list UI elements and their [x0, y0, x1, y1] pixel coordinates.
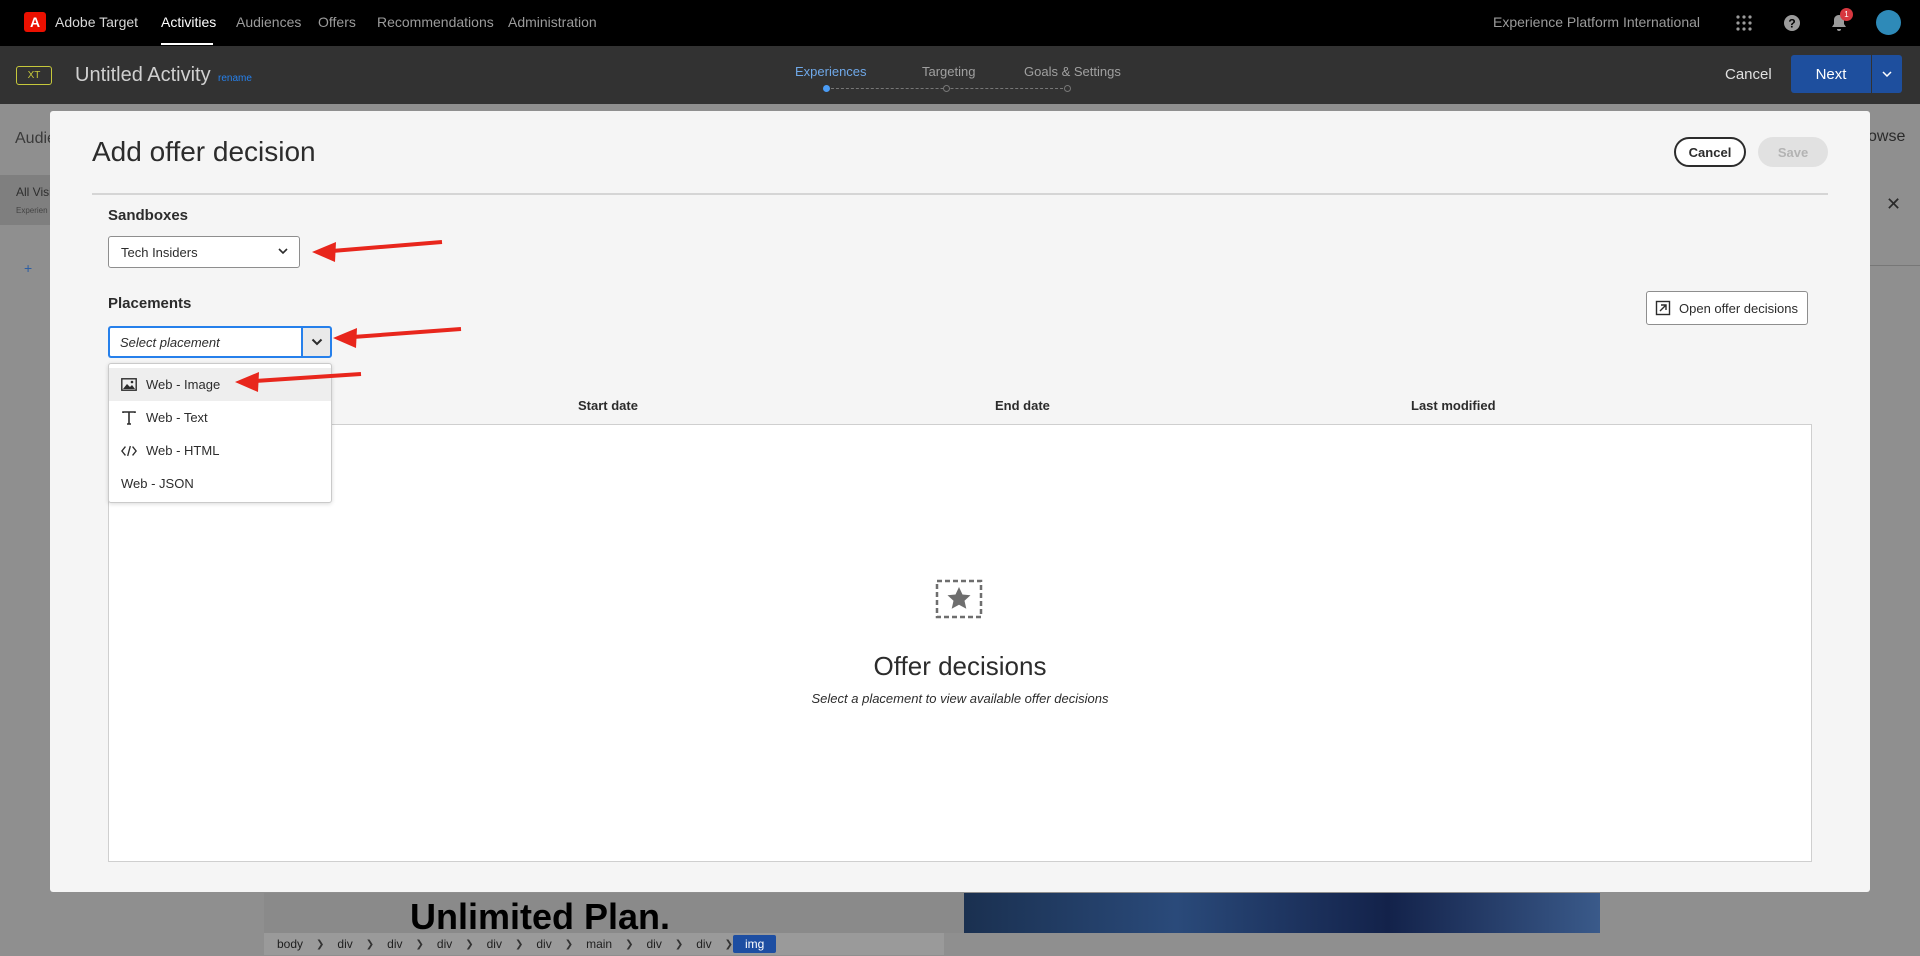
open-external-icon: [1655, 300, 1671, 316]
step-dot-experiences: [823, 85, 830, 92]
column-end-date[interactable]: End date: [995, 398, 1050, 413]
crumb[interactable]: div: [474, 937, 515, 951]
option-label: Web - Text: [146, 410, 208, 425]
help-icon[interactable]: ?: [1781, 12, 1803, 34]
bg-site-headline: Unlimited Plan.: [410, 896, 671, 937]
step-targeting[interactable]: Targeting: [922, 64, 975, 79]
next-menu-chevron-icon[interactable]: [1872, 55, 1902, 93]
column-start-date[interactable]: Start date: [578, 398, 638, 413]
crumb-selected[interactable]: img: [732, 935, 777, 953]
step-dot-goals: [1064, 85, 1071, 92]
option-label: Web - HTML: [146, 443, 220, 458]
rename-link[interactable]: rename: [218, 73, 252, 84]
org-switcher[interactable]: Experience Platform International: [1493, 14, 1700, 30]
app-name[interactable]: Adobe Target: [55, 14, 138, 30]
placement-combobox-input[interactable]: Select placement: [108, 326, 302, 358]
bell-icon[interactable]: 1: [1828, 8, 1853, 34]
bg-close-icon: ✕: [1886, 194, 1902, 214]
code-icon: [121, 443, 137, 459]
activity-title: Untitled Activity: [75, 64, 211, 86]
nav-activities[interactable]: Activities: [161, 14, 216, 30]
bg-site-image: [964, 893, 1600, 933]
step-goals-settings[interactable]: Goals & Settings: [1024, 64, 1121, 79]
nav-active-indicator: [161, 43, 213, 45]
image-icon: [121, 377, 137, 393]
sandboxes-label: Sandboxes: [108, 207, 189, 224]
open-offer-decisions-label: Open offer decisions: [1679, 300, 1798, 316]
step-experiences[interactable]: Experiences: [795, 64, 867, 79]
crumb[interactable]: div: [523, 937, 564, 951]
chevron-down-icon: [278, 248, 288, 255]
dialog-title: Add offer decision: [92, 136, 316, 167]
crumb[interactable]: div: [424, 937, 465, 951]
activity-type-badge: XT: [16, 66, 52, 85]
notification-badge: 1: [1840, 8, 1853, 21]
option-web-html[interactable]: Web - HTML: [109, 434, 331, 467]
top-navigation-bar: A Adobe Target Activities Audiences Offe…: [0, 0, 1920, 46]
sandbox-value: Tech Insiders: [121, 245, 198, 260]
placements-label: Placements: [108, 295, 192, 312]
adobe-logo-icon[interactable]: A: [24, 12, 46, 32]
empty-state-subtitle: Select a placement to view available off…: [811, 691, 1109, 706]
annotation-arrow-icon: [235, 372, 362, 392]
sandbox-select[interactable]: Tech Insiders: [108, 236, 300, 268]
element-breadcrumb: body ❯ div ❯ div ❯ div ❯ div ❯ div ❯ main ❯ div…: [264, 933, 944, 955]
svg-text:?: ?: [1788, 17, 1795, 31]
crumb[interactable]: div: [683, 937, 724, 951]
option-label: Web - Image: [146, 377, 221, 392]
nav-audiences[interactable]: Audiences: [236, 14, 301, 30]
bg-divider: [1870, 265, 1920, 266]
crumb[interactable]: main: [573, 937, 625, 951]
bg-audience-item: All Visi: [16, 185, 52, 199]
dialog-divider: [92, 193, 1828, 195]
crumb[interactable]: div: [634, 937, 675, 951]
offer-decisions-table: [108, 424, 1812, 862]
open-offer-decisions-button[interactable]: Open offer decisions: [1646, 291, 1808, 325]
dialog-cancel-button[interactable]: Cancel: [1674, 137, 1746, 167]
activity-header: XT Untitled Activity rename Experiences …: [0, 46, 1920, 104]
crumb[interactable]: div: [374, 937, 415, 951]
annotation-arrow-icon: [333, 327, 462, 348]
bg-left-panel: [0, 175, 50, 225]
annotation-arrow-icon: [312, 240, 443, 262]
avatar[interactable]: [1876, 10, 1901, 35]
column-last-modified[interactable]: Last modified: [1411, 398, 1496, 413]
bg-audience-sub: Experien: [16, 206, 48, 215]
crumb[interactable]: body: [264, 937, 316, 951]
offer-decision-placeholder-icon: [935, 579, 983, 619]
next-button[interactable]: Next: [1791, 55, 1871, 93]
chevron-down-icon: [311, 338, 322, 346]
apps-grid-icon[interactable]: [1733, 12, 1755, 34]
bg-add-icon: +: [24, 260, 33, 276]
nav-recommendations[interactable]: Recommendations: [377, 14, 494, 30]
nav-offers[interactable]: Offers: [318, 14, 356, 30]
empty-state-title: Offer decisions: [873, 651, 1047, 681]
header-cancel-button[interactable]: Cancel: [1725, 66, 1772, 83]
bg-browse-label: owse: [1868, 128, 1906, 145]
add-offer-decision-dialog: Add offer decision Cancel Save Sandboxes…: [50, 111, 1870, 892]
dialog-save-button[interactable]: Save: [1758, 137, 1828, 167]
option-label: Web - JSON: [121, 476, 194, 491]
option-web-json[interactable]: Web - JSON: [109, 467, 331, 500]
crumb[interactable]: div: [324, 937, 365, 951]
step-dot-targeting: [943, 85, 950, 92]
nav-administration[interactable]: Administration: [508, 14, 597, 30]
text-icon: [121, 410, 137, 426]
placement-dropdown-button[interactable]: [301, 326, 332, 358]
option-web-text[interactable]: Web - Text: [109, 401, 331, 434]
